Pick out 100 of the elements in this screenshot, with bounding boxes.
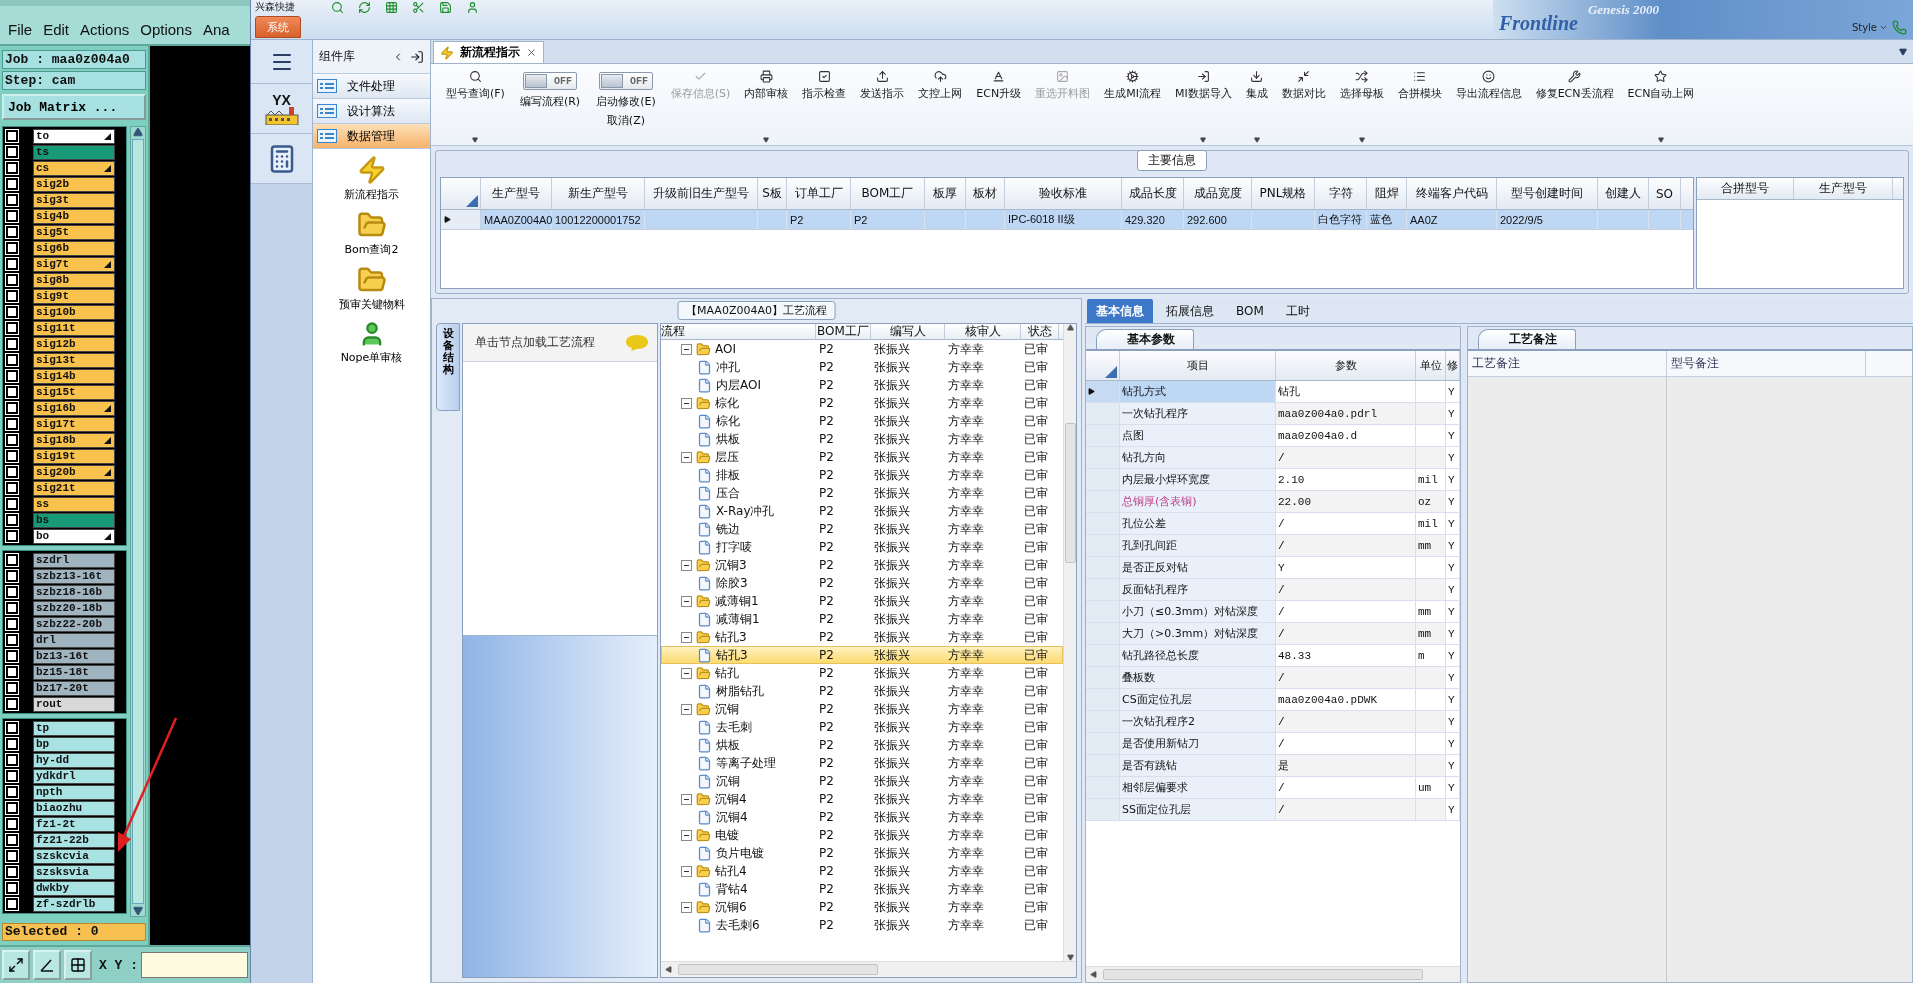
column-header[interactable]: 编写人 xyxy=(871,324,945,339)
tree-row[interactable]: AOI P2 张振兴 方幸幸 已审 xyxy=(661,340,1063,358)
tree-row[interactable]: 沉铜3 P2 张振兴 方幸幸 已审 xyxy=(661,556,1063,574)
layer-tile[interactable]: ydkdrl xyxy=(33,768,115,784)
dropdown-icon[interactable] xyxy=(1899,47,1907,56)
column-header[interactable]: 字符 xyxy=(1315,178,1367,209)
collapse-icon[interactable] xyxy=(681,451,692,463)
layer-checkbox[interactable] xyxy=(6,194,18,206)
layer-checkbox[interactable] xyxy=(6,634,18,646)
layer-checkbox[interactable] xyxy=(6,682,18,694)
tree-row[interactable]: 除胶3 P2 张振兴 方幸幸 已审 xyxy=(661,574,1063,592)
collapse-icon[interactable] xyxy=(681,631,692,643)
layer-tile[interactable]: szbz18-16b xyxy=(33,584,115,600)
column-header[interactable]: PNL规格 xyxy=(1252,178,1315,209)
layer-checkbox[interactable] xyxy=(6,386,18,398)
layer-checkbox[interactable] xyxy=(6,698,18,710)
person-icon[interactable] xyxy=(466,1,479,14)
layer-checkbox[interactable] xyxy=(6,274,18,286)
layer-tile[interactable]: sig19t xyxy=(33,448,115,464)
layer-checkbox[interactable] xyxy=(6,586,18,598)
toolbar-button[interactable]: 选择母板 xyxy=(1332,64,1391,145)
pin-icon[interactable] xyxy=(410,49,424,64)
layer-checkbox[interactable] xyxy=(6,338,18,350)
layer-checkbox[interactable] xyxy=(6,882,18,894)
layer-tile[interactable]: sig13t xyxy=(33,352,115,368)
layer-checkbox[interactable] xyxy=(6,618,18,630)
collapse-icon[interactable] xyxy=(681,901,692,913)
layer-tile[interactable]: bz13-16t xyxy=(33,648,115,664)
tree-row[interactable]: 钻孔3 P2 张振兴 方幸幸 已审 xyxy=(661,628,1063,646)
column-header[interactable]: 型号创建时间 xyxy=(1497,178,1598,209)
tree-row[interactable]: 去毛刺6 P2 张振兴 方幸幸 已审 xyxy=(661,916,1063,934)
layer-checkbox[interactable] xyxy=(6,242,18,254)
layer-tile[interactable]: sig16b xyxy=(33,400,115,416)
layer-checkbox[interactable] xyxy=(6,802,18,814)
menu-item[interactable]: Ana xyxy=(202,20,230,38)
tree-row[interactable]: 沉铜4 P2 张振兴 方幸幸 已审 xyxy=(661,790,1063,808)
column-header[interactable]: 参数 xyxy=(1276,351,1416,380)
library-section[interactable]: 数据管理 xyxy=(313,124,430,149)
column-header[interactable]: 成品长度 xyxy=(1122,178,1184,209)
toolbar-button[interactable]: 文控上网 xyxy=(911,64,970,145)
toolbar-button[interactable]: 集成 xyxy=(1238,64,1275,145)
column-header[interactable]: SO xyxy=(1649,178,1681,209)
column-header[interactable]: 新生产型号 xyxy=(552,178,645,209)
layer-tile[interactable]: bo xyxy=(33,528,115,544)
tree-row[interactable]: 棕化 P2 张振兴 方幸幸 已审 xyxy=(661,394,1063,412)
tree-row[interactable]: 树脂钻孔 P2 张振兴 方幸幸 已审 xyxy=(661,682,1063,700)
tree-row[interactable]: 减薄铜1 P2 张振兴 方幸幸 已审 xyxy=(661,592,1063,610)
column-header[interactable]: 核审人 xyxy=(945,324,1021,339)
column-header[interactable]: BOM工厂 xyxy=(851,178,925,209)
column-header[interactable]: 合拼型号 xyxy=(1697,178,1794,199)
layer-tile[interactable]: drl xyxy=(33,632,115,648)
layer-tile[interactable]: sig21t xyxy=(33,480,115,496)
document-tab[interactable]: 新流程指示 xyxy=(433,41,544,63)
layer-tile[interactable]: bp xyxy=(33,736,115,752)
layer-tile[interactable]: sig11t xyxy=(33,320,115,336)
layer-checkbox[interactable] xyxy=(6,602,18,614)
tree-row[interactable]: 等离子处理 P2 张振兴 方幸幸 已审 xyxy=(661,754,1063,772)
column-header[interactable]: 单位 xyxy=(1416,351,1446,380)
layer-tile[interactable]: fz1-2t xyxy=(33,816,115,832)
tree-row[interactable]: 内层AOI P2 张振兴 方幸幸 已审 xyxy=(661,376,1063,394)
menu-item[interactable]: Options xyxy=(140,20,192,38)
layer-tile[interactable]: szbz22-20b xyxy=(33,616,115,632)
tree-row[interactable]: 沉铜 P2 张振兴 方幸幸 已审 xyxy=(661,700,1063,718)
layer-tile[interactable]: szsksvia xyxy=(33,864,115,880)
layer-checkbox[interactable] xyxy=(6,178,18,190)
collapse-icon[interactable] xyxy=(681,595,692,607)
layer-checkbox[interactable] xyxy=(6,770,18,782)
layer-tile[interactable]: sig18b xyxy=(33,432,115,448)
toolbar-button[interactable]: 导出流程信息 xyxy=(1448,64,1529,145)
layer-tile[interactable]: sig14b xyxy=(33,368,115,384)
layer-tile[interactable]: biaozhu xyxy=(33,800,115,816)
layer-tile[interactable]: tp xyxy=(33,720,115,736)
layer-checkbox[interactable] xyxy=(6,466,18,478)
tree-row[interactable]: 排板 P2 张振兴 方幸幸 已审 xyxy=(661,466,1063,484)
layer-checkbox[interactable] xyxy=(6,130,18,142)
toolbar-button[interactable]: ECN自动上网 xyxy=(1620,64,1702,145)
collapse-icon[interactable] xyxy=(681,667,692,679)
layer-tile[interactable]: npth xyxy=(33,784,115,800)
tree-row[interactable]: 去毛刺 P2 张振兴 方幸幸 已审 xyxy=(661,718,1063,736)
layer-tile[interactable]: szdrl xyxy=(33,552,115,568)
layer-checkbox[interactable] xyxy=(6,482,18,494)
column-header[interactable]: 板材 xyxy=(966,178,1005,209)
scissors-icon[interactable] xyxy=(412,1,425,14)
tab[interactable]: 拓展信息 xyxy=(1157,299,1223,323)
style-menu[interactable]: Style xyxy=(1851,22,1888,33)
layer-tile[interactable]: sig20b xyxy=(33,464,115,480)
tree-row[interactable]: X-Ray冲孔 P2 张振兴 方幸幸 已审 xyxy=(661,502,1063,520)
collapse-icon[interactable] xyxy=(681,343,692,355)
column-header[interactable]: 验收标准 xyxy=(1005,178,1122,209)
layer-checkbox[interactable] xyxy=(6,370,18,382)
toolbar-button[interactable]: 合拼模块 xyxy=(1390,64,1449,145)
menu-item[interactable]: Edit xyxy=(43,20,70,38)
layer-tile[interactable]: sig5t xyxy=(33,224,115,240)
library-section[interactable]: 设计算法 xyxy=(313,99,430,124)
layer-checkbox[interactable] xyxy=(6,290,18,302)
layer-tile[interactable]: bz17-20t xyxy=(33,680,115,696)
layer-tile[interactable]: cs xyxy=(33,160,115,176)
toolbar-button[interactable]: ECN升级 xyxy=(969,64,1029,145)
tree-row[interactable]: 烘板 P2 张振兴 方幸幸 已审 xyxy=(661,430,1063,448)
toolbar-button[interactable]: 发送指示 xyxy=(853,64,912,145)
